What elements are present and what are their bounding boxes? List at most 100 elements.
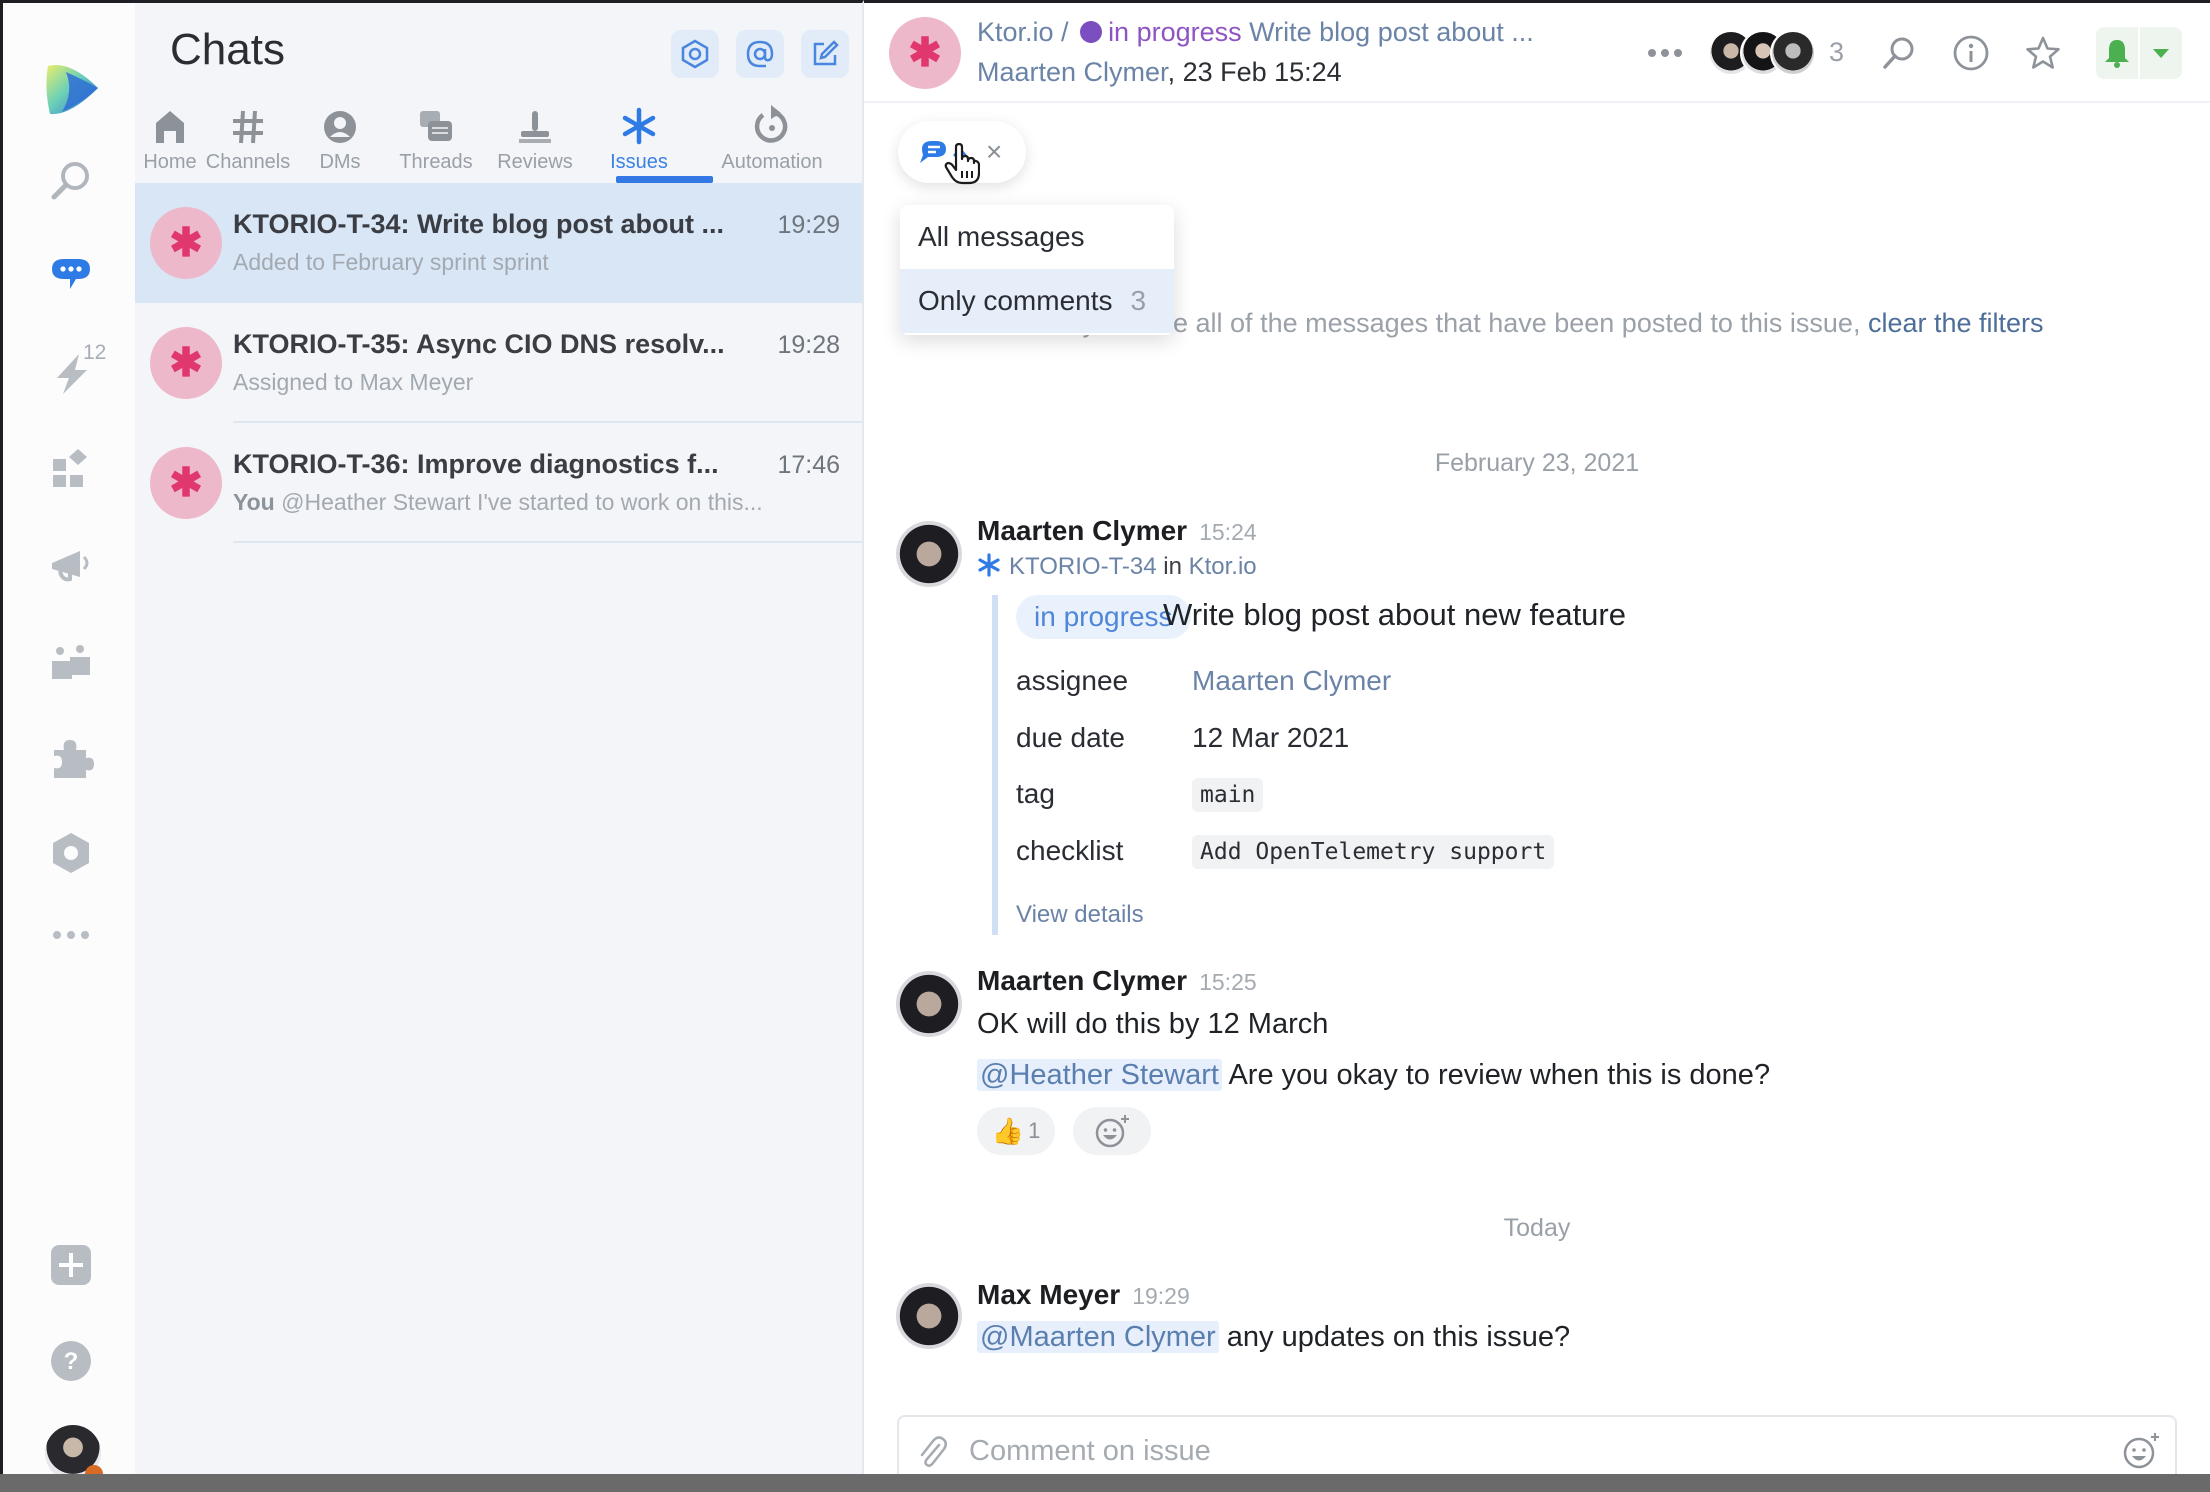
user-mention[interactable]: @Maarten Clymer [977, 1321, 1219, 1353]
rail-add[interactable] [3, 1235, 138, 1295]
tab-automation[interactable]: Automation [717, 101, 827, 183]
message-header: Max Meyer 19:29 [977, 1279, 1190, 1311]
clear-filter-button[interactable]: × [986, 138, 1002, 166]
rail-settings[interactable] [3, 823, 138, 883]
author-link[interactable]: Maarten Clymer [977, 57, 1168, 87]
project-link[interactable]: Ktor.io [977, 17, 1054, 47]
issue-chat-pane: ✱ Ktor.io / in progress Write blog post … [864, 0, 2210, 1492]
message-author[interactable]: Maarten Clymer [977, 965, 1187, 996]
message-header: Maarten Clymer 15:25 [977, 965, 1257, 997]
add-emoji-icon[interactable] [2121, 1431, 2161, 1471]
issue-meta: Maarten Clymer, 23 Feb 15:24 [977, 57, 1342, 88]
info-button[interactable] [1946, 27, 1996, 79]
more-options-button[interactable] [1640, 27, 1690, 79]
add-reaction-button[interactable] [1073, 1107, 1151, 1155]
mentions-button[interactable] [736, 30, 784, 78]
home-icon [156, 111, 184, 143]
chat-item[interactable]: ✱ KTORIO-T-36: Improve diagnostics f... … [135, 423, 862, 543]
message-time: 15:24 [1199, 519, 1257, 545]
space-logo-icon [45, 64, 98, 115]
puzzle-icon [53, 740, 94, 778]
tab-home[interactable]: Home [140, 101, 200, 183]
rail-announcements[interactable] [3, 535, 138, 595]
member-count[interactable]: 3 [1829, 37, 1844, 68]
chat-settings-button[interactable] [671, 30, 719, 78]
filter-dropdown-menu: All messages Only comments 3 [900, 205, 1174, 335]
preview-text: @Heather Stewart I've started to work on… [274, 489, 763, 515]
project-link[interactable]: Ktor.io [1189, 553, 1257, 580]
issue-title[interactable]: Write blog post about ... [1242, 17, 1534, 47]
rail-extensions[interactable] [3, 729, 138, 789]
message-author[interactable]: Maarten Clymer [977, 515, 1187, 546]
tab-issues[interactable]: Issues [599, 101, 679, 183]
clear-filters-link[interactable]: clear the filters [1868, 308, 2044, 338]
rail-chats[interactable] [3, 245, 138, 305]
rail-apps[interactable] [3, 439, 138, 499]
chat-item[interactable]: ✱ KTORIO-T-34: Write blog post about ...… [135, 183, 862, 303]
hexagon-gear-icon [52, 833, 89, 873]
filter-toggle[interactable] [918, 139, 968, 165]
reaction-thumbs-up[interactable]: 👍 1 [977, 1107, 1055, 1155]
tab-label: Reviews [497, 151, 573, 173]
member-avatar[interactable] [1770, 30, 1816, 76]
more-dots-icon [1648, 49, 1682, 57]
notifications-dropdown-button[interactable] [2140, 27, 2182, 79]
notifications-button[interactable] [2096, 27, 2140, 79]
message-text: OK will do this by 12 March [977, 1008, 1329, 1040]
reaction-count: 1 [1028, 1118, 1041, 1143]
view-details-link[interactable]: View details [1016, 901, 1144, 929]
tab-dms[interactable]: DMs [310, 101, 370, 183]
tab-label: Home [143, 151, 197, 173]
in-label: in [1156, 553, 1189, 580]
thumbs-up-icon: 👍 [991, 1115, 1025, 1146]
rail-teams[interactable] [3, 633, 138, 693]
option-label: All messages [918, 221, 1085, 252]
issue-card-title[interactable]: Write blog post about new feature [1163, 597, 1626, 633]
paperclip-icon[interactable] [917, 1435, 947, 1469]
message-header: Maarten Clymer 15:24 [977, 515, 1257, 547]
checklist-value: Add OpenTelemetry support [1192, 834, 1555, 869]
message-text: @Heather Stewart Are you okay to review … [977, 1059, 1770, 1092]
message-author[interactable]: Max Meyer [977, 1279, 1120, 1310]
author-avatar[interactable] [896, 521, 962, 587]
activity-badge: 12 [83, 341, 107, 364]
rail-activity[interactable] [3, 343, 138, 403]
compose-icon [813, 40, 839, 66]
search-in-chat-button[interactable] [1874, 27, 1924, 79]
bell-icon [2105, 40, 2129, 68]
tab-channels[interactable]: Channels [205, 101, 291, 183]
threads-icon [420, 111, 452, 141]
user-mention[interactable]: @Heather Stewart [977, 1059, 1222, 1091]
rail-more[interactable] [3, 903, 138, 967]
issue-breadcrumb: Ktor.io / in progress Write blog post ab… [977, 17, 1534, 48]
tab-reviews[interactable]: Reviews [497, 101, 573, 183]
issue-date: , 23 Feb 15:24 [1167, 57, 1342, 87]
date-separator: Today [1503, 1214, 1571, 1242]
rail-search[interactable] [3, 151, 138, 211]
issue-key-link[interactable]: KTORIO-T-34 [1009, 553, 1157, 580]
filter-option-only-comments[interactable]: Only comments 3 [900, 269, 1174, 333]
filter-option-all-messages[interactable]: All messages [900, 205, 1174, 269]
svg-text:?: ? [63, 1348, 78, 1375]
search-icon [51, 162, 89, 200]
author-avatar[interactable] [896, 1283, 962, 1349]
rail-help[interactable]: ? [3, 1331, 138, 1391]
comment-input[interactable] [969, 1429, 2069, 1473]
assignee-value[interactable]: Maarten Clymer [1192, 665, 1391, 697]
new-message-button[interactable] [801, 30, 849, 78]
chat-item[interactable]: ✱ KTORIO-T-35: Async CIO DNS resolv... 1… [135, 303, 862, 423]
tab-label: Threads [399, 151, 473, 173]
field-label: assignee [1016, 665, 1129, 696]
tab-label: Channels [205, 151, 291, 173]
author-avatar[interactable] [896, 971, 962, 1037]
asterisk-icon [622, 107, 656, 145]
favorite-button[interactable] [2018, 27, 2068, 79]
megaphone-icon [51, 551, 88, 582]
app-logo[interactable] [3, 55, 138, 123]
chat-time: 19:28 [777, 331, 840, 359]
add-emoji-icon [1095, 1115, 1129, 1148]
tab-threads[interactable]: Threads [399, 101, 473, 183]
tab-label: Automation [721, 151, 823, 173]
preview-sender: You [233, 489, 275, 515]
chat-title: KTORIO-T-34: Write blog post about ... [233, 209, 724, 239]
